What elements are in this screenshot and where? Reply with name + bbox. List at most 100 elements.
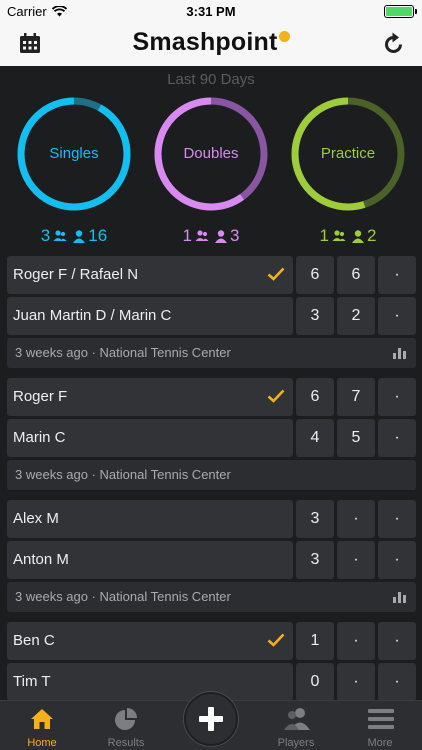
app-title: Smashpoint [0,28,422,57]
players-count: 2 [352,226,376,246]
tab-players[interactable]: Players [254,701,338,750]
pie-chart-icon [115,708,137,730]
set-score[interactable]: · [337,541,375,579]
team-name-cell[interactable]: Anton M [7,541,293,579]
team-name: Anton M [13,551,69,568]
app-title-text: Smashpoint [132,28,278,56]
set-score[interactable]: · [378,419,416,457]
practice-ring[interactable]: Practice [290,96,406,212]
tab-home-label: Home [27,737,57,749]
players-count: 3 [215,226,239,246]
stats-bar-chart-icon[interactable] [393,348,406,359]
team-name-cell[interactable]: Ben C [7,622,293,660]
team-name: Marin C [13,429,66,446]
match-info-text: 3 weeks ago · National Tennis Center [15,589,231,604]
winner-check-icon [267,633,285,647]
players-count-value: 3 [230,226,240,245]
set-score[interactable]: 7 [337,378,375,416]
set-score[interactable]: · [378,378,416,416]
period-label: Last 90 Days [167,71,255,88]
teams-count: 1 [183,226,209,246]
menu-icon [368,709,394,729]
stats-bar-chart-icon[interactable] [393,592,406,603]
tennis-ball-icon [278,31,290,42]
match-info[interactable]: 3 weeks ago · National Tennis Center [7,338,416,368]
match-info-text: 3 weeks ago · National Tennis Center [15,467,231,482]
teams-icon [53,230,67,241]
set-score[interactable]: 3 [296,297,334,335]
set-score[interactable]: · [378,297,416,335]
team-name-cell[interactable]: Marin C [7,419,293,457]
teams-icon [332,230,346,241]
set-score[interactable]: · [378,500,416,538]
match-info[interactable]: 3 weeks ago · National Tennis Center [7,582,416,612]
team-name: Roger F / Rafael N [13,266,139,283]
winner-check-icon [267,267,285,281]
set-score[interactable]: 6 [296,378,334,416]
teams-count: 3 [41,226,67,246]
set-score[interactable]: 4 [296,419,334,457]
team-name: Roger F [13,388,68,405]
set-score[interactable]: 1 [296,622,334,660]
tab-home[interactable]: Home [0,701,84,750]
player-icon [73,229,86,243]
winner-check-icon [267,389,285,403]
home-icon [31,709,53,729]
match-info[interactable]: 3 weeks ago · National Tennis Center [7,460,416,490]
set-score[interactable]: 0 [296,663,334,700]
team-name: Tim T [13,673,51,690]
tab-results-label: Results [107,737,145,749]
team-name-cell[interactable]: Tim T [7,663,293,700]
doubles-counts: 1 3 [153,226,269,246]
set-score[interactable]: 3 [296,500,334,538]
tab-results[interactable]: Results [84,701,168,750]
singles-counts: 3 16 [16,226,132,246]
status-bar: Carrier 3:31 PM [0,0,422,22]
singles-ring[interactable]: Singles [16,96,132,212]
set-score[interactable]: · [337,663,375,700]
match-info-text: 3 weeks ago · National Tennis Center [15,345,231,360]
home-feed[interactable]: Last 90 Days Singles Doubles Practice 3 … [0,66,422,700]
set-score[interactable]: 6 [337,256,375,294]
set-score[interactable]: · [378,663,416,700]
clock: 3:31 PM [186,4,236,19]
players-icon [284,708,310,730]
player-icon [215,229,227,243]
set-score[interactable]: · [337,622,375,660]
team-name-cell[interactable]: Roger F [7,378,293,416]
players-count: 16 [73,226,107,246]
teams-count-value: 1 [182,226,192,245]
team-name: Ben C [13,632,55,649]
set-score[interactable]: · [378,541,416,579]
team-name-cell[interactable]: Alex M [7,500,293,538]
teams-count: 1 [320,226,346,246]
players-count-value: 16 [88,226,108,245]
set-score[interactable]: · [337,500,375,538]
set-score[interactable]: 2 [337,297,375,335]
set-score[interactable]: 5 [337,419,375,457]
practice-ring-label: Practice [320,145,376,162]
doubles-ring-label: Doubles [183,145,239,162]
tab-more-label: More [367,737,393,749]
set-score[interactable]: · [378,256,416,294]
refresh-icon[interactable] [384,32,404,54]
set-score[interactable]: · [378,622,416,660]
plus-icon [199,707,223,731]
team-name: Juan Martin D / Marin C [13,307,172,324]
teams-count-value: 3 [40,226,51,245]
doubles-ring[interactable]: Doubles [153,96,269,212]
practice-counts: 1 2 [290,226,406,246]
nav-bar: Smashpoint [0,22,422,66]
tab-more[interactable]: More [338,701,422,750]
set-score[interactable]: 3 [296,541,334,579]
teams-icon [195,230,209,241]
set-score[interactable]: 6 [296,256,334,294]
tab-players-label: Players [277,737,315,749]
team-name: Alex M [13,510,59,527]
teams-count-value: 1 [319,226,329,245]
players-count-value: 2 [367,226,377,245]
team-name-cell[interactable]: Juan Martin D / Marin C [7,297,293,335]
add-match-button[interactable] [184,692,238,746]
player-icon [352,229,364,243]
team-name-cell[interactable]: Roger F / Rafael N [7,256,293,294]
